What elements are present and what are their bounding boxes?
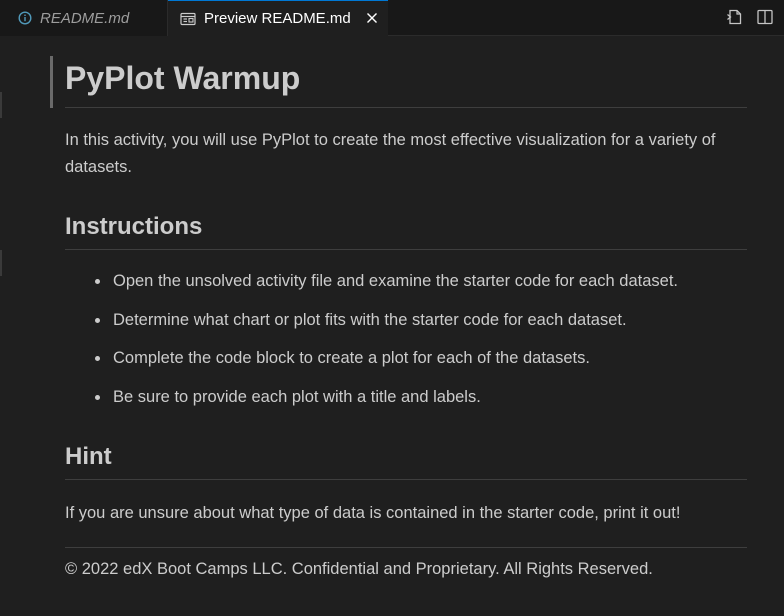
list-item-text: Be sure to provide each plot with a titl… bbox=[113, 387, 481, 406]
open-source-icon[interactable] bbox=[726, 8, 744, 26]
tab-preview-label: Preview README.md bbox=[204, 10, 351, 27]
preview-icon bbox=[180, 12, 196, 26]
editor-actions bbox=[726, 8, 774, 26]
instructions-list: Open the unsolved activity file and exam… bbox=[65, 268, 747, 422]
hint-heading: Hint bbox=[65, 443, 112, 470]
list-item: Be sure to provide each plot with a titl… bbox=[65, 384, 747, 423]
list-item-text: Complete the code block to create a plot… bbox=[113, 349, 590, 367]
tab-readme-label: README.md bbox=[40, 9, 130, 27]
list-item-text: Open the unsolved activity file and exam… bbox=[113, 272, 678, 290]
page-title: PyPlot Warmup bbox=[65, 60, 301, 96]
list-item: Complete the code block to create a plot… bbox=[65, 345, 747, 384]
bullet-icon bbox=[95, 356, 100, 361]
title-block: PyPlot Warmup bbox=[50, 56, 750, 108]
tab-bar: README.md Preview README.md bbox=[0, 0, 784, 36]
bullet-icon bbox=[95, 279, 100, 284]
close-icon[interactable] bbox=[364, 10, 380, 26]
title-divider bbox=[65, 107, 747, 108]
instructions-divider bbox=[65, 249, 747, 250]
hint-divider bbox=[65, 479, 747, 480]
list-item: Determine what chart or plot fits with t… bbox=[65, 307, 747, 346]
bullet-icon bbox=[95, 394, 100, 400]
gutter-marker bbox=[0, 250, 2, 276]
editor-window: README.md Preview README.md PyPlot Warmu… bbox=[0, 0, 784, 616]
intro-paragraph: In this activity, you will use PyPlot to… bbox=[65, 131, 716, 176]
instructions-heading: Instructions bbox=[65, 213, 203, 240]
copyright-footer: © 2022 edX Boot Camps LLC. Confidential … bbox=[65, 560, 653, 578]
split-editor-icon[interactable] bbox=[756, 8, 774, 26]
list-item: Open the unsolved activity file and exam… bbox=[65, 268, 747, 307]
footer-divider bbox=[65, 547, 747, 548]
gutter-marker bbox=[0, 92, 2, 118]
list-item-text: Determine what chart or plot fits with t… bbox=[113, 310, 627, 329]
info-icon bbox=[18, 11, 32, 25]
tab-readme[interactable]: README.md bbox=[0, 0, 168, 36]
bullet-icon bbox=[95, 317, 100, 323]
tab-preview-readme[interactable]: Preview README.md bbox=[168, 0, 388, 36]
hint-paragraph: If you are unsure about what type of dat… bbox=[65, 504, 681, 522]
